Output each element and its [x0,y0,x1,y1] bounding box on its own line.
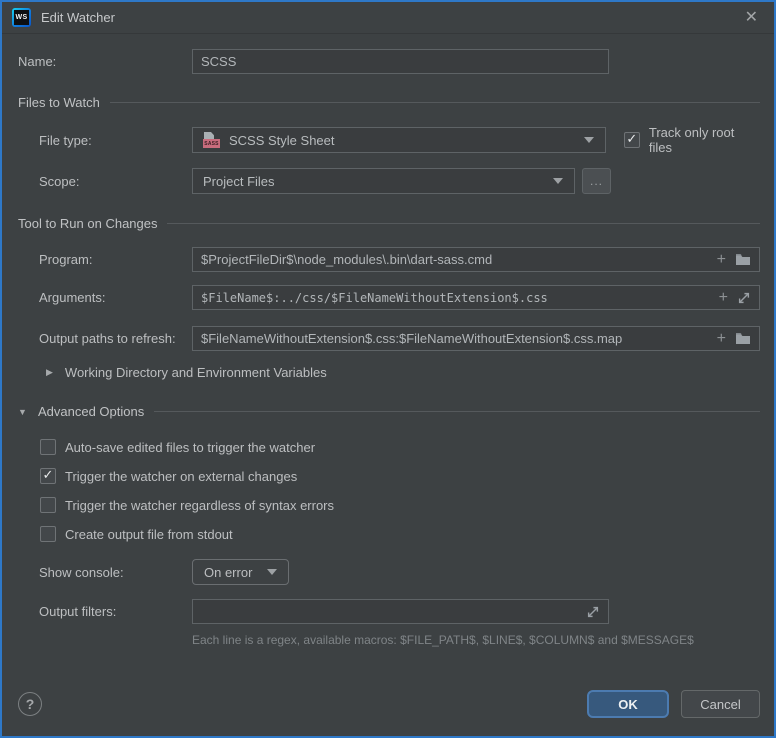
scope-browse-button[interactable]: ... [582,168,611,194]
file-type-value: SCSS Style Sheet [229,133,335,148]
output-paths-label: Output paths to refresh: [18,331,192,346]
ok-button[interactable]: OK [587,690,669,718]
external-changes-checkbox[interactable] [40,468,56,484]
output-filters-hint: Each line is a regex, available macros: … [192,633,760,647]
name-label: Name: [18,54,192,69]
scope-label: Scope: [18,174,192,189]
close-icon[interactable]: ✕ [741,8,762,28]
section-tool-to-run: Tool to Run on Changes [18,216,157,231]
stdout-checkbox[interactable] [40,526,56,542]
chevron-down-icon [553,178,563,184]
insert-macro-icon[interactable]: + [717,252,726,268]
section-files-to-watch: Files to Watch [18,95,100,110]
scope-value: Project Files [203,174,275,189]
arguments-input[interactable] [192,285,760,310]
expand-icon[interactable] [586,605,600,619]
expand-icon[interactable] [737,291,751,305]
folder-icon[interactable] [735,332,751,345]
section-divider [110,102,760,103]
chevron-right-icon: ▶ [46,367,53,378]
show-console-value: On error [204,565,252,580]
title-bar: WS Edit Watcher ✕ [2,2,774,34]
syntax-errors-label: Trigger the watcher regardless of syntax… [65,498,334,513]
help-button[interactable]: ? [18,692,42,716]
chevron-down-icon [267,569,277,575]
chevron-down-icon[interactable]: ▼ [18,407,28,417]
output-paths-input[interactable] [192,326,760,351]
name-input[interactable] [192,49,609,74]
stdout-label: Create output file from stdout [65,527,233,542]
folder-icon[interactable] [735,253,751,266]
external-changes-label: Trigger the watcher on external changes [65,469,297,484]
section-advanced-options: Advanced Options [38,404,144,419]
scope-dropdown[interactable]: Project Files [192,168,575,194]
output-filters-label: Output filters: [18,604,192,619]
file-type-label: File type: [18,133,192,148]
auto-save-checkbox[interactable] [40,439,56,455]
section-divider [167,223,760,224]
insert-macro-icon[interactable]: + [717,331,726,347]
scss-file-icon: SASS [203,132,220,148]
show-console-label: Show console: [18,565,192,580]
arguments-label: Arguments: [18,290,192,305]
cancel-button[interactable]: Cancel [681,690,760,718]
file-type-dropdown[interactable]: SASS SCSS Style Sheet [192,127,606,153]
working-directory-label: Working Directory and Environment Variab… [65,365,327,380]
syntax-errors-checkbox[interactable] [40,497,56,513]
working-directory-toggle[interactable]: ▶ Working Directory and Environment Vari… [18,365,760,380]
chevron-down-icon [584,137,594,143]
track-only-root-files-checkbox[interactable] [624,132,640,148]
button-bar: ? OK Cancel [2,682,774,736]
dialog-title: Edit Watcher [41,10,115,25]
edit-watcher-dialog: WS Edit Watcher ✕ Name: Files to Watch F… [0,0,776,738]
section-divider [154,411,760,412]
output-filters-input[interactable] [192,599,609,624]
auto-save-label: Auto-save edited files to trigger the wa… [65,440,315,455]
insert-macro-icon[interactable]: + [719,290,728,306]
dialog-content: Name: Files to Watch File type: SASS SCS… [2,34,774,647]
webstorm-icon: WS [12,8,31,27]
track-only-root-files-label: Track only root files [649,125,760,155]
program-input[interactable] [192,247,760,272]
show-console-dropdown[interactable]: On error [192,559,289,585]
program-label: Program: [18,252,192,267]
